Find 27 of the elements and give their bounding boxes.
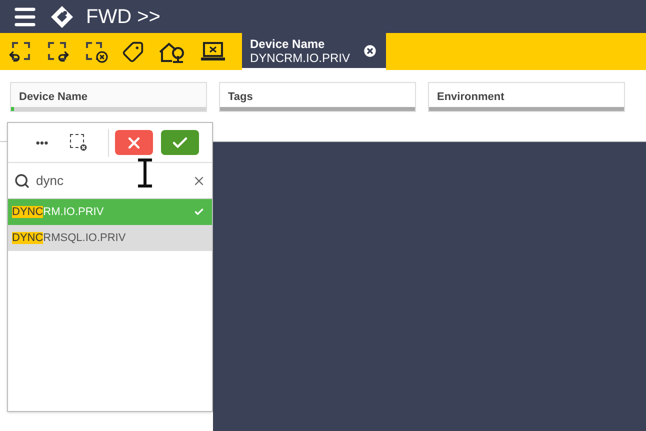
step-back-icon[interactable] [8,40,32,62]
more-button[interactable]: ••• [14,134,70,152]
text-cursor-icon [136,158,154,188]
list-item[interactable]: DYNCRM.IO.PRIV [8,199,212,225]
clear-selections-icon[interactable] [84,40,108,62]
close-icon[interactable] [362,42,378,58]
filter-pane[interactable]: Device Name [10,82,207,112]
search-text: dync [36,172,64,190]
clear-selection-icon[interactable] [70,134,88,152]
laptop-icon[interactable] [200,40,226,62]
filter-pane[interactable]: Environment [428,82,625,112]
search-icon [14,172,30,188]
filter-pane[interactable]: Tags [219,82,416,112]
app-title: FWD >> [86,4,160,30]
selection-value: DYNCRM.IO.PRIV [250,50,350,64]
item-text: DYNCRMSQL.IO.PRIV [12,230,127,246]
step-forward-icon[interactable] [46,40,70,62]
cancel-button[interactable] [115,130,153,155]
confirm-button[interactable] [161,130,199,155]
item-text: DYNCRM.IO.PRIV [12,204,105,220]
logo-icon [50,4,74,28]
selection-tab[interactable]: Device Name DYNCRM.IO.PRIV [242,33,386,70]
selection-field-name: Device Name [250,36,326,50]
check-icon [194,207,204,217]
house-tree-icon[interactable] [158,40,186,62]
list-item[interactable]: DYNCRMSQL.IO.PRIV [8,225,212,251]
tag-icon[interactable] [122,40,144,62]
